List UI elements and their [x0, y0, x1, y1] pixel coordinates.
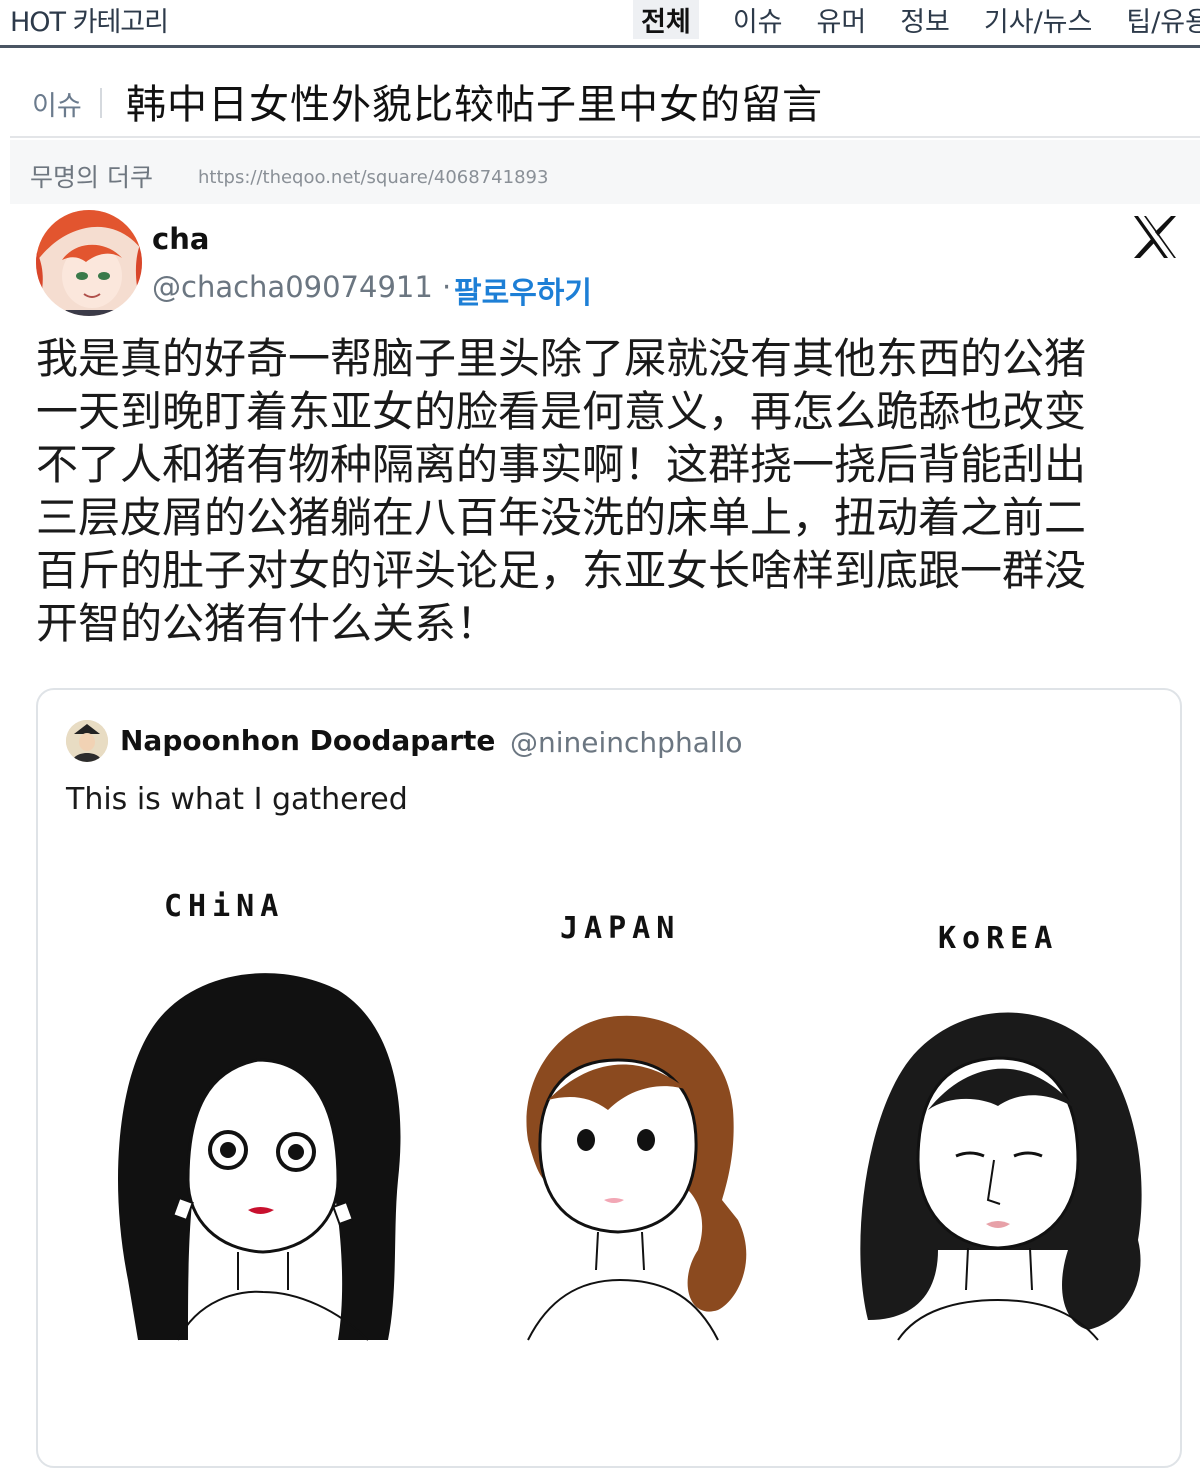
comparison-drawing: CHiNA JAPAN KoREA [118, 889, 1142, 1341]
tweet-text: 我是真的好奇一帮脑子里头除了屎就没有其他东西的公猪 一天到晚盯着东亚女的脸看是何… [36, 332, 1156, 650]
label-korea: KoREA [938, 921, 1058, 956]
tab-info[interactable]: 정보 [900, 0, 950, 39]
post-author: 무명의 더쿠 [30, 163, 153, 192]
embedded-tweet: cha @chacha09074911 · 팔로우하기 我是真的好奇一帮脑子里头… [10, 204, 1200, 1472]
avatar-illustration [36, 210, 142, 316]
tweet-author-handle[interactable]: @chacha09074911 · [152, 270, 451, 304]
tab-humor[interactable]: 유머 [817, 0, 867, 39]
label-china: CHiNA [164, 889, 284, 924]
post-meta: 무명의 더쿠 https://theqoo.net/square/4068741… [10, 140, 1200, 204]
quoted-avatar-illustration [66, 720, 108, 762]
top-navigation: HOT 카테고리 전체 이슈 유머 정보 기사/뉴스 팁/유용 [0, 0, 1200, 48]
tweet-line: 我是真的好奇一帮脑子里头除了屎就没有其他东西的公猪 [36, 334, 1087, 383]
japan-figure [526, 1015, 747, 1341]
quoted-author-handle[interactable]: @nineinchphallo [510, 726, 743, 759]
category-tabs: 전체 이슈 유머 정보 기사/뉴스 팁/유용 [599, 0, 1200, 39]
tweet-line: 开智的公猪有什么关系！ [36, 599, 499, 648]
tweet-line: 百斤的肚子对女的评头论足，东亚女长啥样到底跟一群没 [36, 546, 1087, 595]
post-title: 韩中日女性外貌比较帖子里中女的留言 [126, 82, 823, 128]
china-figure [118, 973, 401, 1341]
tweet-line: 不了人和猪有物种隔离的事实啊！这群挠一挠后背能刮出 [36, 440, 1087, 489]
tweet-avatar[interactable] [36, 210, 142, 316]
category-divider [100, 88, 102, 118]
handle-separator: · [442, 270, 452, 304]
post-url[interactable]: https://theqoo.net/square/4068741893 [198, 167, 548, 188]
tab-issue[interactable]: 이슈 [733, 0, 783, 39]
tweet-line: 三层皮屑的公猪躺在八百年没洗的床单上，扭动着之前二 [36, 493, 1087, 542]
quoted-tweet-text: This is what I gathered [66, 782, 408, 817]
tweet-author-name[interactable]: cha [152, 222, 209, 256]
korea-figure [860, 1012, 1142, 1341]
tweet-line: 一天到晚盯着东亚女的脸看是何意义，再怎么跪舔也改变 [36, 387, 1087, 436]
quoted-author-name[interactable]: Napoonhon Doodaparte [120, 724, 495, 757]
follow-button[interactable]: 팔로우하기 [454, 268, 592, 312]
tab-all[interactable]: 전체 [633, 0, 699, 39]
x-logo-icon[interactable] [1130, 212, 1180, 262]
hot-category-link[interactable]: HOT 카테고리 [10, 0, 169, 39]
label-japan: JAPAN [560, 911, 680, 946]
tab-news[interactable]: 기사/뉴스 [984, 0, 1092, 39]
quoted-avatar[interactable] [66, 720, 108, 762]
quoted-image[interactable]: CHiNA JAPAN KoREA [38, 860, 1180, 1466]
post-header: 이슈 韩中日女性外貌比较帖子里中女的留言 [10, 52, 1200, 138]
handle-text: @chacha09074911 [152, 270, 433, 304]
quoted-tweet[interactable]: Napoonhon Doodaparte @nineinchphallo Thi… [36, 688, 1182, 1468]
tab-tips[interactable]: 팁/유용 [1126, 0, 1200, 39]
post-category[interactable]: 이슈 [32, 84, 82, 123]
